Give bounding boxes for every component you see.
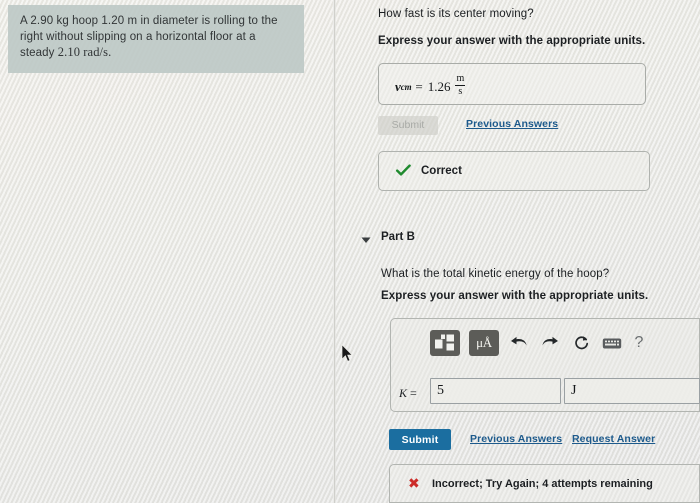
unit-denominator: s bbox=[458, 86, 463, 97]
part-b-feedback-banner: ✖ Incorrect; Try Again; 4 attempts remai… bbox=[389, 464, 700, 503]
part-b-submit-button[interactable]: Submit bbox=[389, 429, 451, 450]
help-icon[interactable]: ? bbox=[632, 331, 646, 355]
x-icon: ✖ bbox=[408, 476, 420, 492]
question-panel: How fast is its center moving? Express y… bbox=[336, 0, 700, 503]
part-b-feedback-label: Incorrect; Try Again; 4 attempts remaini… bbox=[432, 478, 653, 490]
page-root: A 2.90 kg hoop 1.20 m in diameter is rol… bbox=[0, 0, 700, 503]
keyboard-icon[interactable] bbox=[601, 331, 623, 355]
part-a-instruction: Express your answer with the appropriate… bbox=[378, 35, 646, 47]
part-b-previous-answers-link[interactable]: Previous Answers bbox=[470, 433, 562, 445]
problem-panel: A 2.90 kg hoop 1.20 m in diameter is rol… bbox=[0, 0, 334, 503]
problem-statement: A 2.90 kg hoop 1.20 m in diameter is rol… bbox=[8, 5, 304, 73]
part-a-feedback-banner: Correct bbox=[378, 151, 650, 191]
problem-text-math: 2.10 rad/s. bbox=[57, 45, 112, 59]
part-a-feedback-label: Correct bbox=[421, 165, 462, 177]
part-b-units-input[interactable] bbox=[564, 378, 700, 404]
undo-icon[interactable] bbox=[508, 331, 530, 355]
part-b-question: What is the total kinetic energy of the … bbox=[381, 268, 610, 280]
part-b-math-toolbar: μÅ ? bbox=[430, 330, 646, 356]
part-b-request-answer-link[interactable]: Request Answer bbox=[572, 433, 655, 445]
units-icon-label: μÅ bbox=[476, 335, 492, 350]
part-b-instruction: Express your answer with the appropriate… bbox=[381, 290, 649, 302]
part-a-answer-value: 1.26 bbox=[427, 78, 451, 94]
part-b-disclosure-triangle[interactable] bbox=[360, 233, 372, 245]
part-b-title: Part B bbox=[381, 231, 415, 243]
part-a-submit-button: Submit bbox=[378, 116, 438, 135]
part-a-answer-expression: v cm = 1.26 m s bbox=[395, 73, 466, 98]
part-b-variable-equals: = bbox=[410, 386, 417, 400]
part-a-previous-answers-link[interactable]: Previous Answers bbox=[466, 118, 558, 130]
units-icon[interactable]: μÅ bbox=[469, 330, 499, 356]
part-b-variable-symbol: K bbox=[399, 386, 408, 400]
part-b-variable-label: K = bbox=[399, 386, 417, 401]
part-a-answer-box: v cm = 1.26 m s bbox=[378, 63, 646, 105]
part-a-question: How fast is its center moving? bbox=[378, 8, 534, 20]
part-a-answer-unit-fraction: m s bbox=[455, 73, 466, 97]
part-a-answer-equals: = bbox=[415, 78, 423, 94]
unit-numerator: m bbox=[456, 73, 465, 84]
check-icon bbox=[396, 164, 411, 182]
math-template-icon[interactable] bbox=[430, 330, 460, 356]
reset-icon[interactable] bbox=[570, 331, 592, 355]
part-b-answer-input[interactable] bbox=[430, 378, 561, 404]
redo-icon[interactable] bbox=[539, 331, 561, 355]
part-a-answer-subscript: cm bbox=[400, 81, 412, 92]
